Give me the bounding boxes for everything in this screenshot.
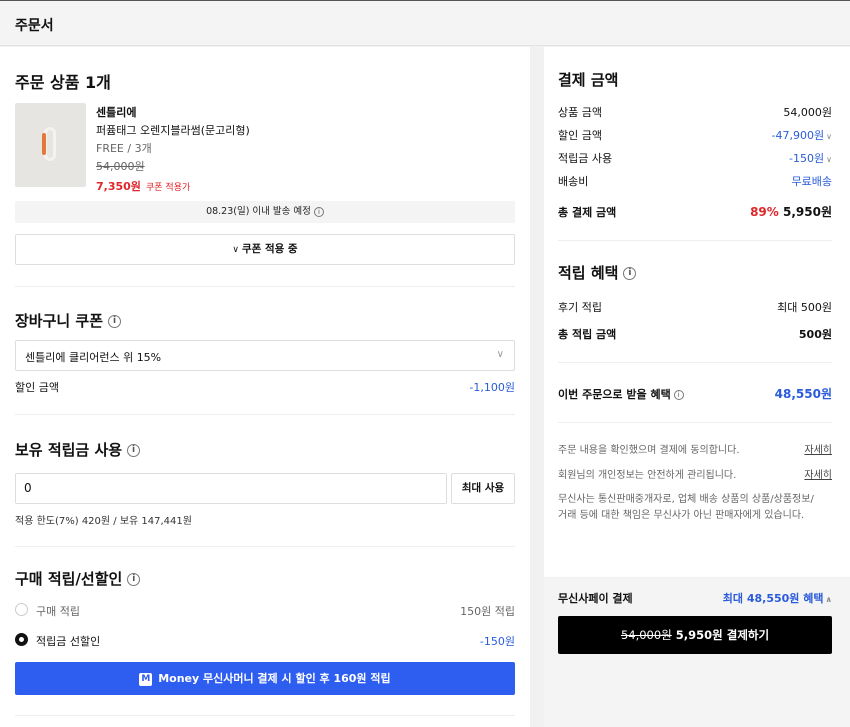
cart-coupon-select[interactable]: 센틀리에 클리어런스 위 15% ∨ (15, 340, 515, 371)
purchase-reward-title: 구매 적립/선할인 (15, 570, 123, 588)
summary-row-label: 할인 금액 (558, 129, 602, 142)
product-section-title: 주문 상품 1개 (15, 73, 111, 92)
pay-method-label: 무신사페이 결제 (558, 592, 633, 605)
benefit-label: 이번 주문으로 받을 혜택 (558, 388, 671, 401)
divider (558, 362, 832, 363)
perfume-tag-accent (42, 133, 46, 155)
divider (15, 286, 515, 287)
max-points-button[interactable]: 최대 사용 (451, 473, 515, 504)
info-icon[interactable]: i (108, 315, 122, 328)
pay-benefit-toggle[interactable]: 최대 48,550원 혜택 ∧ (723, 590, 832, 606)
payment-summary-panel: 결제 금액 상품 금액 54,000원 할인 금액 -47,900원 ∨ 적립금 … (544, 47, 850, 577)
intermediary-notice-2: 거래 등에 대한 책임은 무신사가 아닌 판매자에게 있습니다. (558, 510, 805, 521)
info-icon[interactable]: i (313, 206, 324, 217)
product-name[interactable]: 퍼퓸태그 오렌지블라썸(문고리형) (96, 122, 250, 138)
pre-discount-label[interactable]: 적립금 선할인 (36, 633, 100, 649)
page-header: 주문서 (0, 1, 850, 46)
review-reward-value: 최대 500원 (777, 301, 832, 314)
cart-discount-label: 할인 금액 (15, 381, 59, 394)
purchase-reward-value: 150원 적립 (460, 605, 515, 618)
coupon-applied-button[interactable]: ∨ 쿠폰 적용 중 (15, 234, 515, 265)
reward-summary-title-row: 적립 혜택 i (558, 262, 637, 283)
total-payment-row: 89% 5,950원 (750, 203, 832, 220)
product-brand[interactable]: 센틀리에 (96, 104, 136, 120)
product-sale-price: 7,350원 (96, 180, 141, 193)
agreement-text: 주문 내용을 확인했으며 결제에 동의합니다. (558, 445, 740, 456)
total-reward-label: 총 적립 금액 (558, 328, 617, 341)
info-icon[interactable]: i (127, 444, 141, 457)
pay-button[interactable]: 54,000원 5,950원 결제하기 (558, 616, 832, 654)
divider (558, 422, 832, 423)
payment-summary-title: 결제 금액 (558, 71, 619, 89)
info-icon[interactable]: i (623, 267, 637, 280)
divider (15, 414, 515, 415)
product-original-price: 54,000원 (96, 160, 145, 173)
product-option: FREE / 3개 (96, 142, 152, 155)
intermediary-notice: 무신사는 통신판매중개자로, 업체 배송 상품의 상품/상품정보/ (558, 494, 814, 505)
page-title: 주문서 (15, 18, 54, 34)
points-title: 보유 적립금 사용 (15, 441, 123, 459)
total-discount-percent: 89% (750, 205, 779, 219)
summary-row-value: -47,900원 (771, 129, 825, 142)
info-icon[interactable]: i (673, 390, 684, 400)
privacy-text: 회원님의 개인정보는 안전하게 관리됩니다. (558, 470, 737, 481)
product-sale-price-row: 7,350원 쿠폰 적용가 (96, 175, 190, 194)
summary-row-label: 상품 금액 (558, 106, 602, 119)
money-logo-icon: M (139, 672, 153, 686)
pay-button-original: 54,000원 (620, 628, 672, 642)
coupon-note: 쿠폰 적용가 (146, 183, 191, 193)
divider (15, 546, 515, 547)
purchase-reward-radio[interactable] (15, 603, 28, 616)
divider (558, 240, 832, 241)
pre-discount-radio[interactable] (15, 633, 28, 646)
chevron-down-icon: ∨ (496, 349, 504, 360)
summary-row-label: 적립금 사용 (558, 152, 613, 165)
purchase-reward-label[interactable]: 구매 적립 (36, 603, 80, 619)
pay-benefit-text: 최대 48,550원 혜택 (722, 592, 824, 605)
total-reward-value: 500원 (798, 328, 832, 341)
total-payment-value: 5,950원 (783, 205, 832, 219)
product-image[interactable] (15, 103, 86, 187)
cart-coupon-title: 장바구니 쿠폰 (15, 312, 104, 330)
privacy-detail-link[interactable]: 자세히 (804, 466, 832, 481)
pre-discount-value: -150원 (479, 635, 515, 648)
info-icon[interactable]: i (127, 573, 141, 586)
benefit-value: 48,550원 (774, 387, 832, 401)
summary-row-value: 무료배송 (791, 175, 832, 188)
order-form: 주문 상품 1개 센틀리에 퍼퓸태그 오렌지블라썸(문고리형) FREE / 3… (0, 47, 530, 727)
coupon-button-label: 쿠폰 적용 중 (241, 243, 298, 255)
total-payment-label: 총 결제 금액 (558, 206, 617, 219)
cart-discount-value: -1,100원 (469, 381, 515, 394)
chevron-up-icon: ∧ (825, 595, 833, 604)
summary-row-label: 배송비 (558, 175, 589, 188)
points-summary-toggle[interactable]: -150원 ∨ (789, 150, 832, 166)
pay-button-label: 5,950원 결제하기 (675, 628, 770, 642)
pay-bar: 무신사페이 결제 최대 48,550원 혜택 ∧ 54,000원 5,950원 결… (544, 578, 850, 727)
points-input[interactable]: 0 (15, 473, 447, 504)
shipping-notice: 08.23(일) 이내 발송 예정 i (15, 201, 515, 223)
summary-row-value: -150원 (789, 152, 825, 165)
agreement-detail-link[interactable]: 자세히 (804, 441, 832, 456)
points-limit-note: 적용 한도(7%) 420원 / 보유 147,441원 (15, 516, 192, 527)
chevron-down-icon: ∨ (826, 155, 832, 164)
chevron-down-icon: ∨ (232, 245, 239, 255)
cart-coupon-title-row: 장바구니 쿠폰 i (15, 310, 122, 331)
chevron-down-icon: ∨ (826, 132, 832, 141)
points-title-row: 보유 적립금 사용 i (15, 439, 141, 460)
summary-row-value: 54,000원 (783, 106, 832, 119)
musinsa-money-button[interactable]: M Money 무신사머니 결제 시 할인 후 160원 적립 (15, 662, 515, 695)
divider (15, 715, 515, 716)
discount-summary-toggle[interactable]: -47,900원 ∨ (772, 127, 832, 143)
benefit-label-row: 이번 주문으로 받을 혜택 i (558, 386, 684, 402)
money-button-label: Money 무신사머니 결제 시 할인 후 160원 적립 (158, 672, 391, 685)
shipping-note-text: 08.23(일) 이내 발송 예정 (206, 206, 311, 217)
review-reward-label: 후기 적립 (558, 301, 602, 314)
purchase-reward-title-row: 구매 적립/선할인 i (15, 568, 141, 589)
reward-summary-title: 적립 혜택 (558, 264, 619, 282)
cart-coupon-selected: 센틀리에 클리어런스 위 15% (25, 351, 162, 364)
